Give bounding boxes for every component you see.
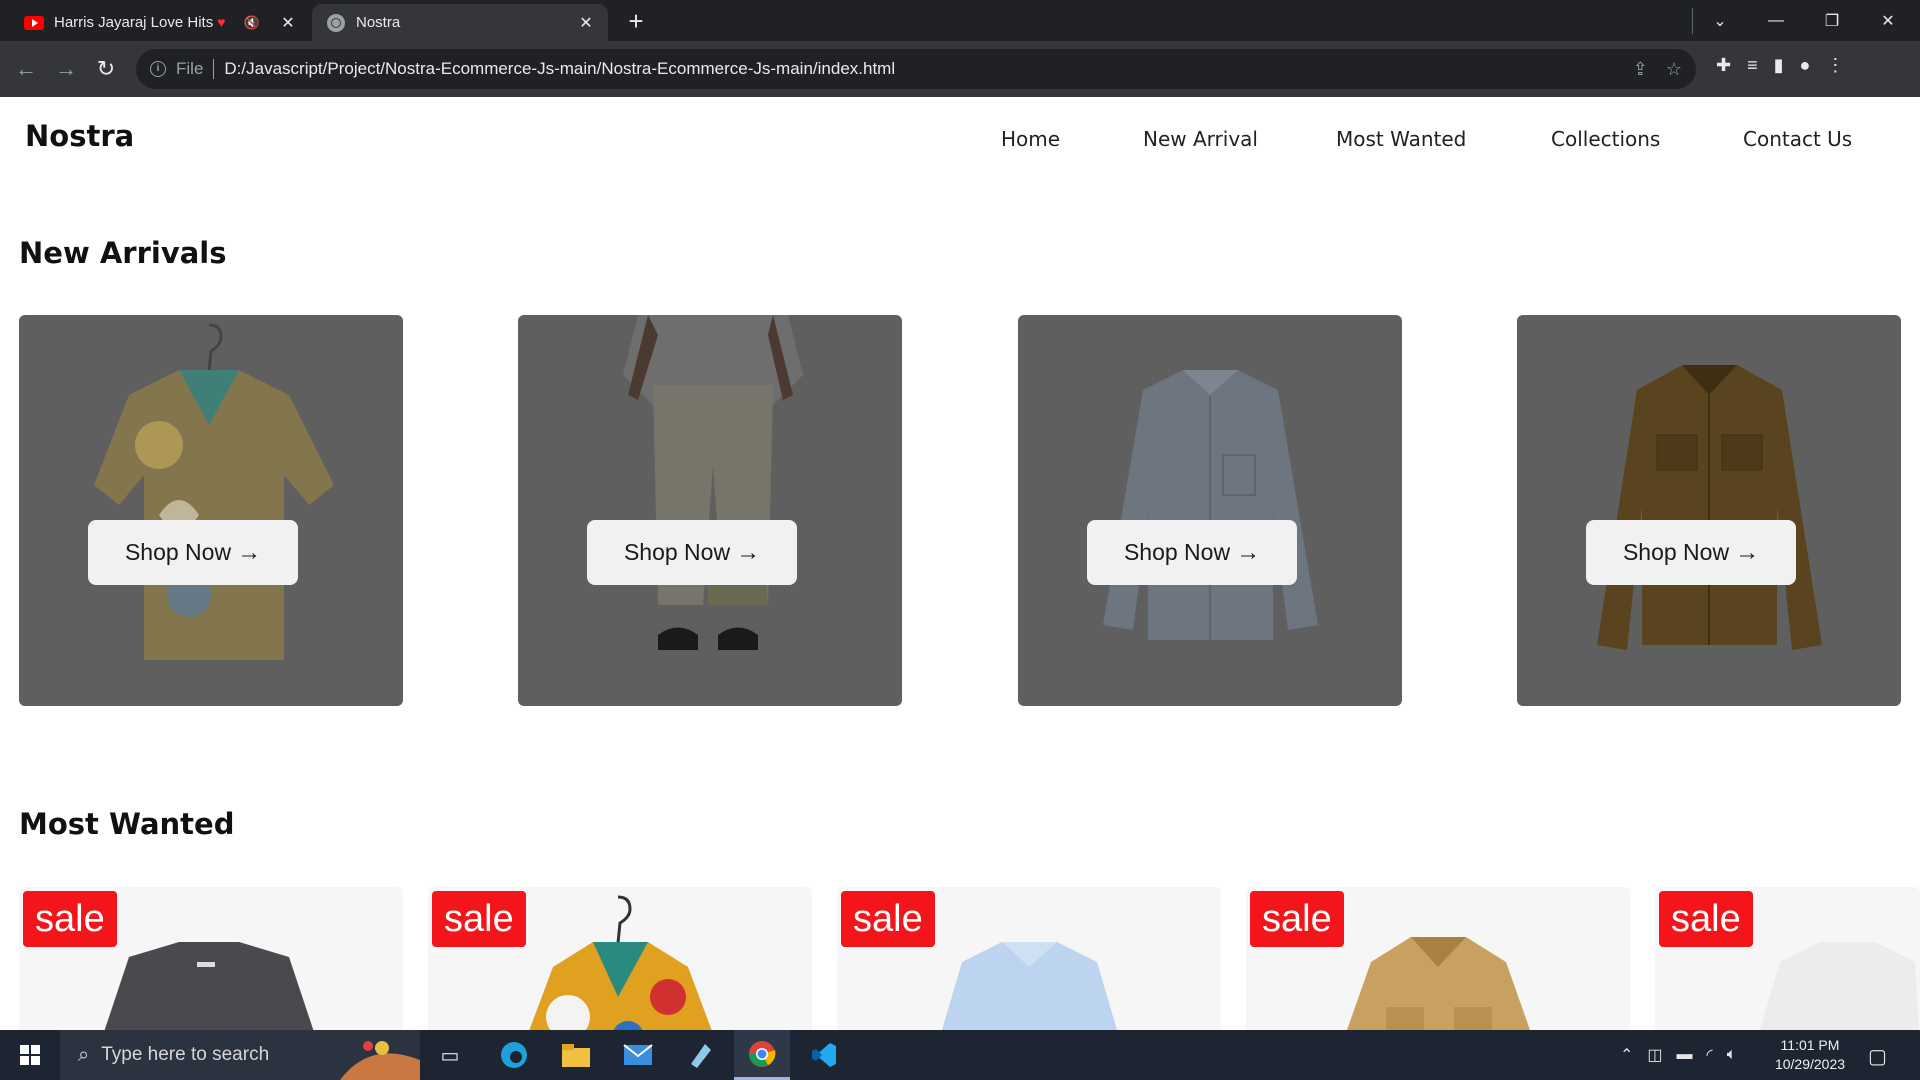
arrow-right-icon: → <box>237 538 262 566</box>
product-image-floral-shirt <box>94 323 334 660</box>
nav-link-home[interactable]: Home <box>1001 127 1060 151</box>
tab-title: Harris Jayaraj Love Hits ♥ <box>54 14 226 31</box>
new-arrival-card[interactable]: Shop Now → <box>518 315 902 706</box>
sale-badge: sale <box>23 891 117 947</box>
battery-icon[interactable]: ▬ <box>1677 1046 1693 1064</box>
bookmark-star-icon[interactable]: ☆ <box>1666 59 1682 80</box>
nav-link-most-wanted[interactable]: Most Wanted <box>1336 127 1466 151</box>
divider <box>213 59 215 79</box>
close-tab-icon[interactable]: ✕ <box>576 13 596 33</box>
info-icon[interactable]: i <box>150 61 166 77</box>
chevron-up-icon[interactable]: ⌃ <box>1620 1045 1633 1065</box>
reload-icon[interactable]: ↻ <box>92 55 120 83</box>
browser-tab-youtube[interactable]: Harris Jayaraj Love Hits ♥ 🔇 ✕ <box>10 4 310 41</box>
forward-arrow-icon[interactable]: → <box>52 55 80 83</box>
heart-icon: ♥ <box>217 14 226 30</box>
close-tab-icon[interactable]: ✕ <box>278 13 298 33</box>
address-bar[interactable]: i File D:/Javascript/Project/Nostra-Ecom… <box>136 49 1696 89</box>
sale-badge: sale <box>432 891 526 947</box>
search-placeholder: Type here to search <box>101 1044 270 1065</box>
product-image-brown-jacket <box>1597 365 1822 650</box>
search-icon: ⌕ <box>78 1043 90 1066</box>
close-window-button[interactable]: ✕ <box>1860 0 1916 41</box>
back-arrow-icon[interactable]: ← <box>12 55 40 83</box>
taskbar-search-box[interactable]: ⌕ Type here to search <box>60 1030 420 1080</box>
media-playlist-icon[interactable]: ≡ <box>1747 55 1758 76</box>
arrow-right-icon: → <box>1735 538 1760 566</box>
youtube-icon <box>24 13 44 33</box>
nav-link-new-arrival[interactable]: New Arrival <box>1143 127 1258 151</box>
notification-center-icon[interactable]: ▢ <box>1868 1044 1887 1069</box>
restore-button[interactable]: ❐ <box>1804 0 1860 41</box>
arrow-right-icon: → <box>1236 538 1261 566</box>
most-wanted-card[interactable]: sale <box>1246 887 1630 1030</box>
site-logo[interactable]: Nostra <box>25 119 134 153</box>
minimize-button[interactable]: — <box>1748 0 1804 41</box>
windows-logo-icon <box>20 1045 40 1065</box>
camera-icon[interactable]: ◫ <box>1647 1045 1662 1065</box>
task-view-icon[interactable]: ▭ <box>422 1030 478 1080</box>
product-image-linen-trousers <box>623 315 803 650</box>
most-wanted-card[interactable]: sale <box>1655 887 1920 1030</box>
shop-now-label: Shop Now <box>124 539 232 565</box>
new-tab-button[interactable]: + <box>622 8 650 36</box>
product-image-light-blue-shirt <box>1103 370 1318 640</box>
wifi-icon[interactable]: ◜ <box>1707 1045 1713 1065</box>
web-page: Nostra Home New Arrival Most Wanted Coll… <box>0 97 1920 1030</box>
clock-time: 11:01 PM <box>1780 1037 1840 1053</box>
system-tray: ⌃ ◫ ▬ ◜ 🔈︎ <box>1620 1030 1736 1080</box>
vscode-icon[interactable] <box>796 1030 852 1080</box>
new-arrival-card[interactable]: Shop Now → <box>1018 315 1402 706</box>
notepad-app-icon[interactable] <box>672 1030 728 1080</box>
shop-now-label: Shop Now <box>1123 539 1231 565</box>
profile-avatar-icon[interactable]: ● <box>1800 55 1811 76</box>
most-wanted-card[interactable]: sale <box>837 887 1221 1030</box>
browser-tab-bar: Harris Jayaraj Love Hits ♥ 🔇 ✕ Nostra ✕ +… <box>0 0 1920 41</box>
arrow-right-icon: → <box>736 538 761 566</box>
shop-now-button[interactable]: Shop Now → <box>1586 520 1796 585</box>
url-text[interactable]: D:/Javascript/Project/Nostra-Ecommerce-J… <box>224 59 895 79</box>
sale-badge: sale <box>1250 891 1344 947</box>
mail-icon[interactable] <box>610 1030 666 1080</box>
new-arrival-card[interactable]: Shop Now → <box>19 315 403 706</box>
speaker-icon[interactable]: 🔈︎ <box>1727 1046 1737 1064</box>
nav-link-collections[interactable]: Collections <box>1551 127 1660 151</box>
shop-now-button[interactable]: Shop Now → <box>1087 520 1297 585</box>
clock-date: 10/29/2023 <box>1774 1056 1846 1072</box>
shop-now-button[interactable]: Shop Now → <box>587 520 797 585</box>
sale-badge: sale <box>1659 891 1753 947</box>
taskbar-clock[interactable]: 11:01 PM 10/29/2023 <box>1770 1036 1850 1074</box>
globe-icon <box>326 13 346 33</box>
shop-now-label: Shop Now <box>623 539 731 565</box>
most-wanted-heading: Most Wanted <box>19 807 235 841</box>
edge-browser-icon[interactable] <box>486 1030 542 1080</box>
muted-speaker-icon[interactable]: 🔇 <box>244 15 260 31</box>
shop-now-button[interactable]: Shop Now → <box>88 520 298 585</box>
chrome-browser-icon[interactable] <box>734 1030 790 1080</box>
most-wanted-card[interactable]: sale <box>428 887 812 1030</box>
windows-taskbar: ⌕ Type here to search ▭ ⌃ ◫ ▬ ◜ 🔈︎ 11:01… <box>0 1030 1920 1080</box>
windows-start-button[interactable] <box>0 1030 60 1080</box>
file-explorer-icon[interactable] <box>548 1030 604 1080</box>
new-arrivals-heading: New Arrivals <box>19 236 227 270</box>
share-icon[interactable]: ⇪ <box>1633 59 1648 80</box>
tab-search-chevron-icon[interactable]: ⌄ <box>1692 0 1748 41</box>
menu-kebab-icon[interactable]: ⋮ <box>1826 55 1844 76</box>
search-highlight-illustration-icon <box>340 1041 420 1080</box>
shop-now-label: Shop Now <box>1622 539 1730 565</box>
browser-tab-nostra[interactable]: Nostra ✕ <box>312 4 608 41</box>
new-arrival-card[interactable]: Shop Now → <box>1517 315 1901 706</box>
nav-link-contact-us[interactable]: Contact Us <box>1743 127 1852 151</box>
most-wanted-card[interactable]: sale <box>19 887 403 1030</box>
tab-title: Nostra <box>356 14 401 31</box>
browser-toolbar: ← → ↻ i File D:/Javascript/Project/Nostr… <box>0 41 1920 97</box>
extensions-puzzle-icon[interactable]: ✚ <box>1716 55 1731 76</box>
sale-badge: sale <box>841 891 935 947</box>
scheme-label: File <box>176 59 204 78</box>
side-panel-icon[interactable]: ▮ <box>1774 55 1784 76</box>
